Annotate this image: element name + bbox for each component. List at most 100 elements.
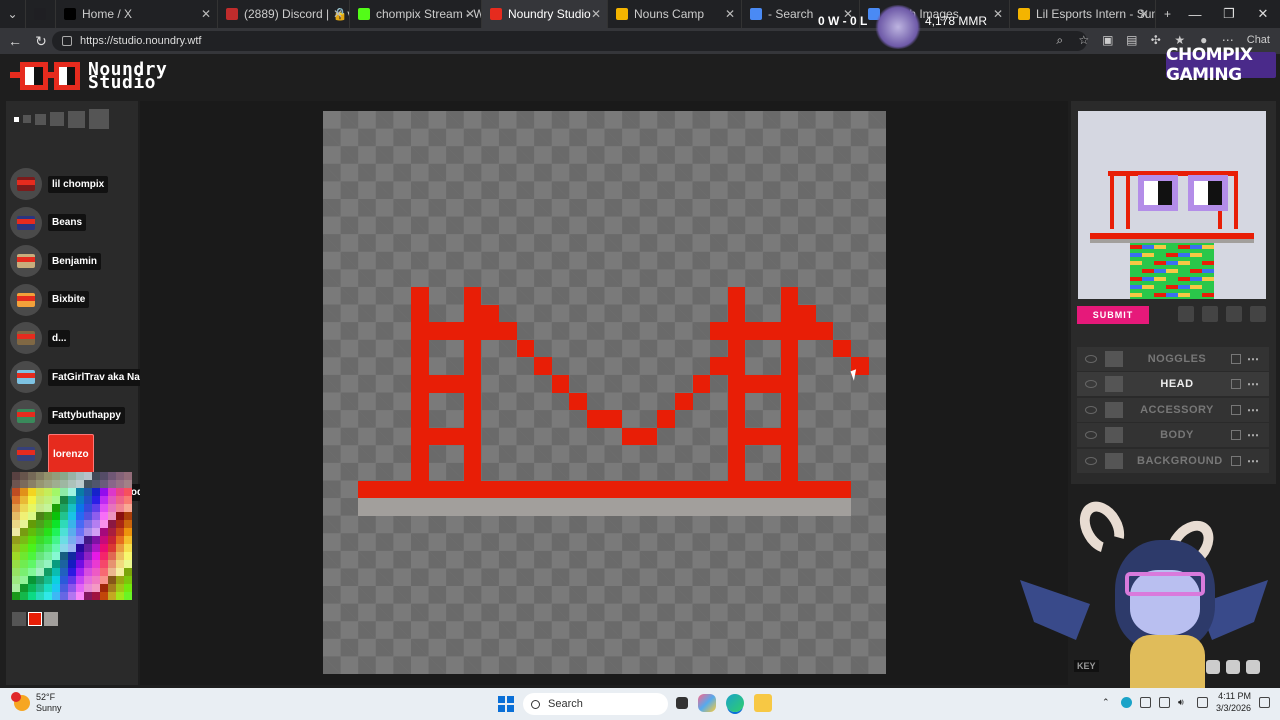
palette-swatch[interactable] bbox=[84, 472, 92, 480]
duplicate-icon[interactable] bbox=[1231, 354, 1241, 364]
save-icon[interactable] bbox=[1250, 306, 1266, 322]
extensions-puzzle-icon[interactable]: ✣ bbox=[1147, 31, 1165, 49]
palette-swatch[interactable] bbox=[60, 568, 68, 576]
browser-tab[interactable]: Lil Esports Intern - Summe✕ bbox=[1010, 0, 1156, 28]
palette-swatch[interactable] bbox=[84, 496, 92, 504]
chevron-up-icon[interactable]: ⌃ bbox=[1102, 697, 1113, 708]
palette-swatch[interactable] bbox=[124, 552, 132, 560]
palette-swatch[interactable] bbox=[28, 584, 36, 592]
tab-list-button[interactable]: ⌄ bbox=[0, 0, 26, 28]
brush-size-4[interactable] bbox=[50, 112, 64, 126]
palette-swatch[interactable] bbox=[52, 584, 60, 592]
layer-item[interactable]: BODY ⋯ bbox=[1077, 423, 1269, 448]
palette-swatch[interactable] bbox=[116, 592, 124, 600]
palette-swatch[interactable] bbox=[124, 528, 132, 536]
palette-swatch[interactable] bbox=[92, 480, 100, 488]
palette-swatch[interactable] bbox=[116, 504, 124, 512]
more-options-icon[interactable]: ⋯ bbox=[1247, 403, 1259, 417]
palette-swatch[interactable] bbox=[36, 576, 44, 584]
palette-swatch[interactable] bbox=[68, 568, 76, 576]
palette-swatch[interactable] bbox=[20, 552, 28, 560]
palette-swatch[interactable] bbox=[28, 568, 36, 576]
site-info-icon[interactable] bbox=[62, 36, 72, 46]
palette-swatch[interactable] bbox=[92, 536, 100, 544]
palette-swatch[interactable] bbox=[44, 496, 52, 504]
network-icon[interactable] bbox=[1158, 696, 1170, 708]
palette-swatch[interactable] bbox=[44, 592, 52, 600]
palette-swatch[interactable] bbox=[108, 568, 116, 576]
bluetooth-icon[interactable] bbox=[1139, 696, 1151, 708]
palette-swatch[interactable] bbox=[12, 504, 20, 512]
layer-item[interactable]: NOGGLES ⋯ bbox=[1077, 347, 1269, 371]
palette-swatch[interactable] bbox=[124, 584, 132, 592]
palette-swatch[interactable] bbox=[60, 496, 68, 504]
palette-swatch[interactable] bbox=[60, 544, 68, 552]
palette-swatch[interactable] bbox=[44, 552, 52, 560]
palette-swatch[interactable] bbox=[108, 520, 116, 528]
palette-swatch[interactable] bbox=[44, 512, 52, 520]
palette-swatch[interactable] bbox=[100, 552, 108, 560]
brush-size-6[interactable] bbox=[89, 109, 109, 129]
extension-icon[interactable]: ▣ bbox=[1099, 31, 1117, 49]
palette-swatch[interactable] bbox=[68, 520, 76, 528]
palette-swatch[interactable] bbox=[76, 552, 84, 560]
bookmark-star-icon[interactable]: ☆ bbox=[1075, 31, 1093, 49]
palette-swatch[interactable] bbox=[76, 536, 84, 544]
palette-swatch[interactable] bbox=[28, 528, 36, 536]
palette-swatch[interactable] bbox=[116, 488, 124, 496]
palette-swatch[interactable] bbox=[68, 472, 76, 480]
palette-swatch[interactable] bbox=[108, 480, 116, 488]
twitter-icon[interactable] bbox=[1246, 660, 1260, 674]
palette-swatch[interactable] bbox=[36, 480, 44, 488]
palette-swatch[interactable] bbox=[92, 560, 100, 568]
clock[interactable]: 4:11 PM 3/3/2026 bbox=[1216, 690, 1251, 714]
palette-swatch[interactable] bbox=[60, 560, 68, 568]
palette-swatch[interactable] bbox=[124, 544, 132, 552]
camera-icon[interactable] bbox=[1226, 306, 1242, 322]
palette-swatch[interactable] bbox=[92, 576, 100, 584]
palette-swatch[interactable] bbox=[100, 584, 108, 592]
browser-tab[interactable]: Nouns Camp ✕ bbox=[608, 0, 742, 28]
palette-swatch[interactable] bbox=[92, 520, 100, 528]
palette-swatch[interactable] bbox=[116, 536, 124, 544]
volume-icon[interactable]: 🔊︎ bbox=[1178, 697, 1189, 708]
palette-swatch[interactable] bbox=[108, 584, 116, 592]
palette-swatch[interactable] bbox=[36, 568, 44, 576]
palette-swatch[interactable] bbox=[76, 544, 84, 552]
palette-swatch[interactable] bbox=[76, 576, 84, 584]
palette-swatch[interactable] bbox=[44, 520, 52, 528]
palette-swatch[interactable] bbox=[68, 512, 76, 520]
back-icon[interactable]: ← bbox=[4, 30, 26, 52]
palette-swatch[interactable] bbox=[92, 552, 100, 560]
brush-size-5[interactable] bbox=[68, 110, 85, 128]
palette-swatch[interactable] bbox=[60, 528, 68, 536]
palette-swatch[interactable] bbox=[36, 536, 44, 544]
user-item[interactable]: d... bbox=[10, 321, 71, 355]
palette-swatch[interactable] bbox=[12, 488, 20, 496]
palette-swatch[interactable] bbox=[84, 584, 92, 592]
palette-swatch[interactable] bbox=[124, 560, 132, 568]
palette-swatch[interactable] bbox=[60, 488, 68, 496]
palette-swatch[interactable] bbox=[68, 504, 76, 512]
palette-swatch[interactable] bbox=[20, 528, 28, 536]
palette-swatch[interactable] bbox=[124, 512, 132, 520]
submit-button[interactable]: SUBMIT bbox=[1077, 306, 1149, 324]
palette-swatch[interactable] bbox=[100, 496, 108, 504]
palette-swatch[interactable] bbox=[76, 584, 84, 592]
palette-swatch[interactable] bbox=[36, 488, 44, 496]
notifications-icon[interactable] bbox=[1259, 696, 1270, 708]
palette-swatch[interactable] bbox=[116, 568, 124, 576]
palette-swatch[interactable] bbox=[108, 552, 116, 560]
palette-swatch[interactable] bbox=[28, 480, 36, 488]
palette-swatch[interactable] bbox=[60, 552, 68, 560]
palette-swatch[interactable] bbox=[12, 568, 20, 576]
palette-swatch[interactable] bbox=[124, 576, 132, 584]
brush-size-3[interactable] bbox=[35, 113, 46, 125]
palette-swatch[interactable] bbox=[12, 544, 20, 552]
taskbar-search[interactable]: Search bbox=[523, 693, 668, 715]
palette-swatch[interactable] bbox=[52, 520, 60, 528]
palette-swatch[interactable] bbox=[44, 536, 52, 544]
palette-swatch[interactable] bbox=[52, 472, 60, 480]
palette-swatch[interactable] bbox=[116, 552, 124, 560]
palette-swatch[interactable] bbox=[44, 472, 52, 480]
